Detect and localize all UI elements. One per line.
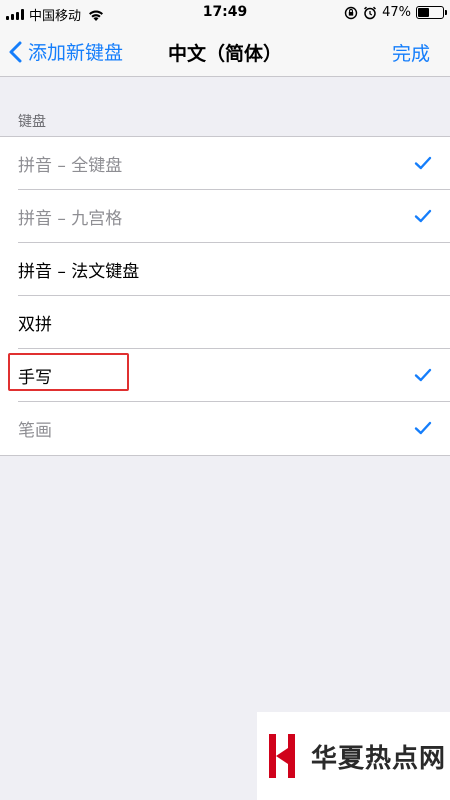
navigation-bar: 添加新键盘 中文（简体） 完成 — [0, 26, 450, 77]
checkmark-icon — [414, 368, 432, 382]
list-item-label: 拼音 – 法文键盘 — [18, 262, 140, 282]
list-item-label: 手写 — [18, 368, 52, 388]
battery-percent: 47% — [382, 5, 411, 20]
list-item-label: 双拼 — [18, 315, 52, 335]
checkmark-icon — [414, 156, 432, 170]
list-item-label: 笔画 — [18, 421, 52, 441]
checkmark-icon — [414, 421, 432, 435]
watermark-text: 华夏热点网 — [311, 743, 447, 774]
checkmark-icon — [414, 209, 432, 223]
back-button[interactable]: 添加新键盘 — [8, 38, 123, 65]
list-item[interactable]: 双拼 — [0, 296, 450, 349]
alarm-icon — [364, 6, 377, 19]
status-bar: 中国移动 17:49 47% — [0, 0, 450, 26]
done-button[interactable]: 完成 — [392, 39, 430, 66]
chevron-left-icon — [9, 41, 22, 62]
status-right: 47% — [344, 5, 447, 20]
list-item[interactable]: 拼音 – 全键盘 — [0, 137, 450, 190]
list-item[interactable]: 拼音 – 法文键盘 — [0, 243, 450, 296]
watermark: 华夏热点网 — [257, 712, 450, 800]
orientation-lock-icon — [344, 6, 358, 19]
site-logo-icon — [269, 734, 295, 778]
section-header: 键盘 — [18, 114, 46, 130]
back-button-label: 添加新键盘 — [28, 42, 124, 64]
list-item-label: 拼音 – 九宫格 — [18, 209, 123, 229]
list-item-label: 拼音 – 全键盘 — [18, 156, 123, 176]
battery-icon — [416, 6, 447, 19]
list-item[interactable]: 拼音 – 九宫格 — [0, 190, 450, 243]
battery-level — [418, 8, 430, 17]
list-item[interactable]: 笔画 — [0, 402, 450, 455]
list-item[interactable]: 手写 — [0, 349, 450, 402]
keyboard-list: 拼音 – 全键盘 拼音 – 九宫格 拼音 – 法文键盘 双拼 手写 笔画 — [0, 136, 450, 456]
